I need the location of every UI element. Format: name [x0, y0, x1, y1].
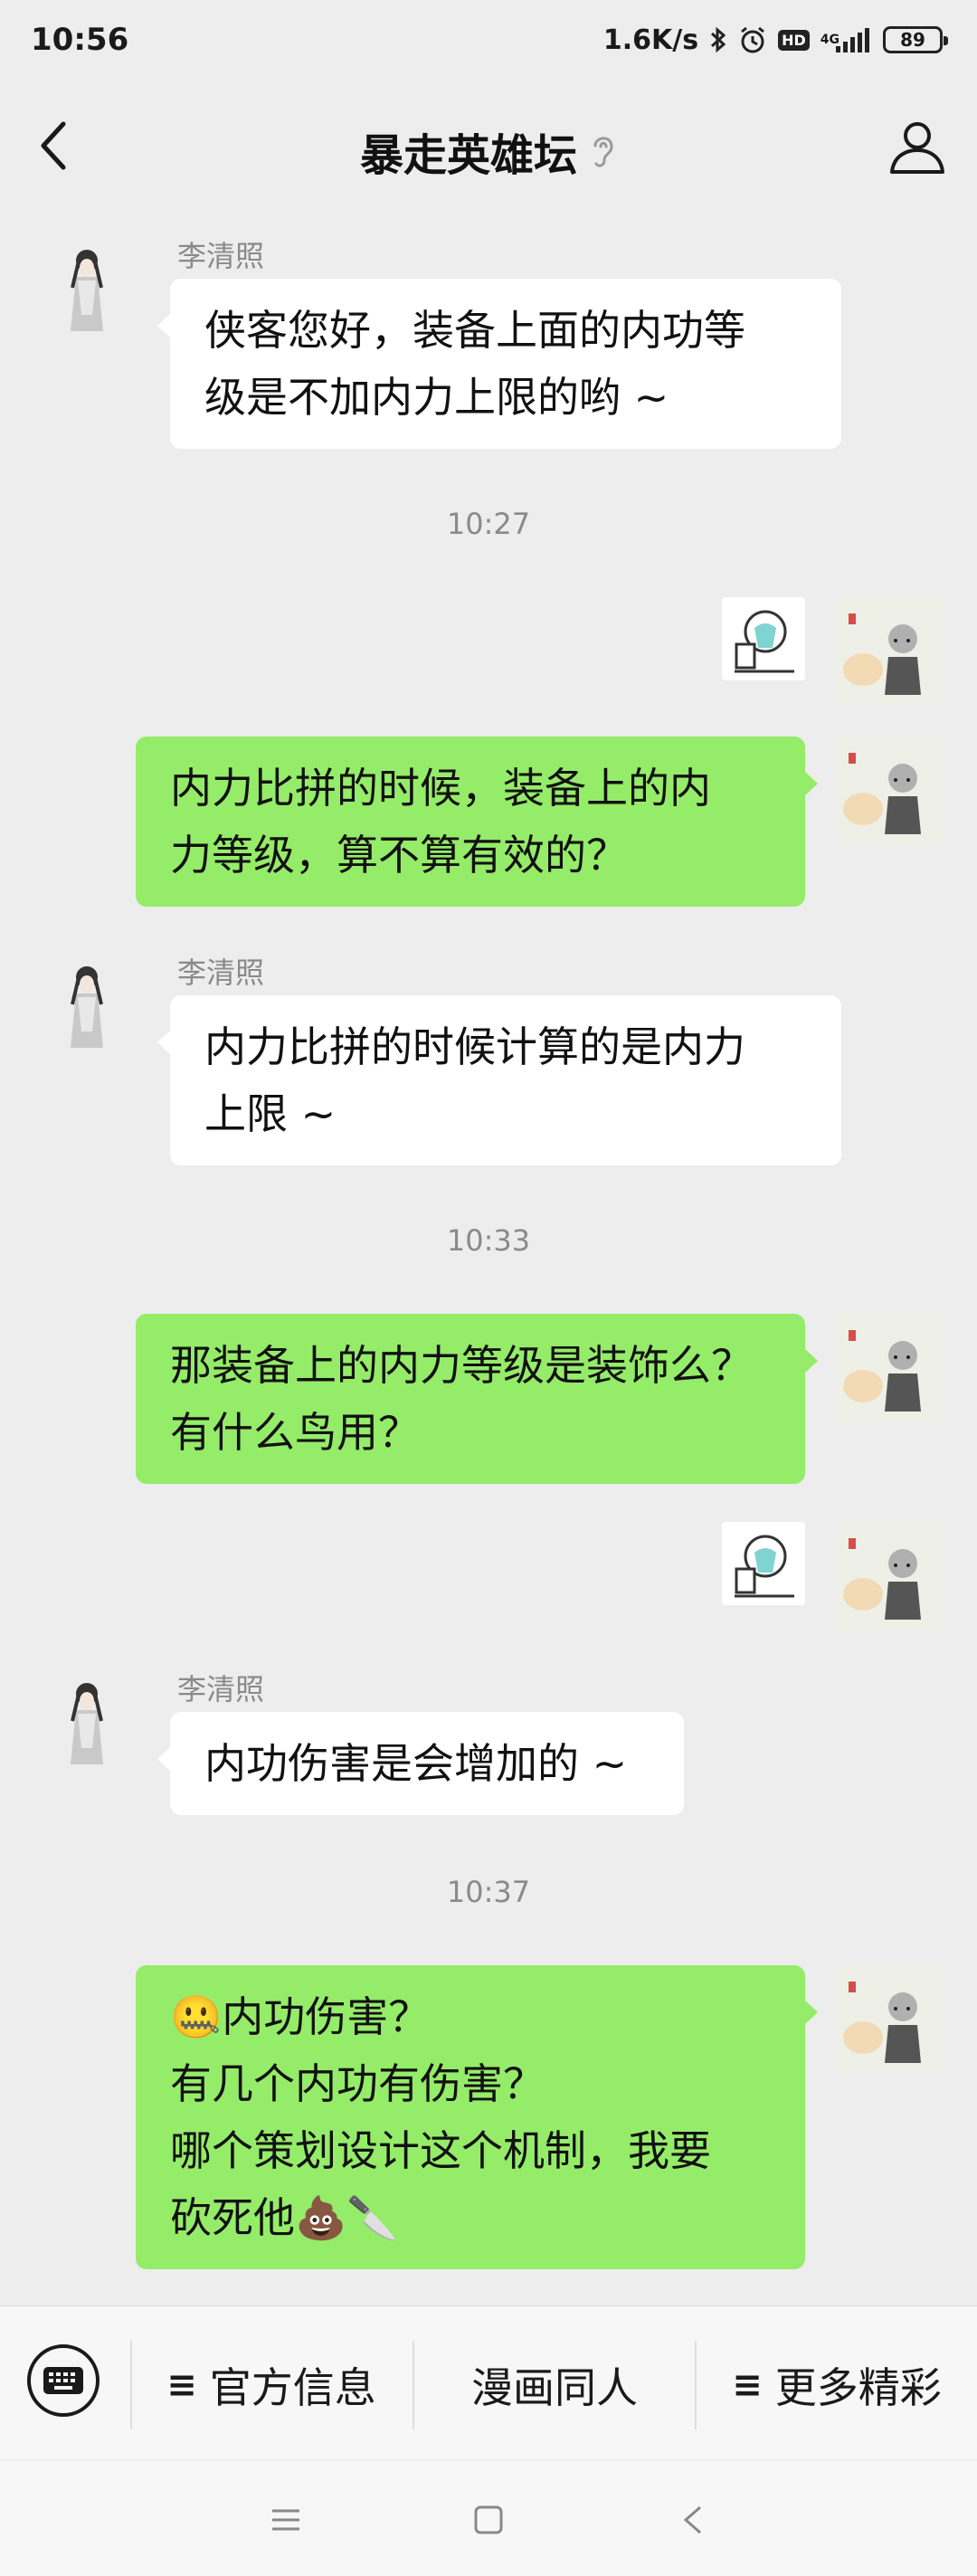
avatar-self[interactable] [836, 1522, 944, 1630]
message-line: 上限 ~ [204, 1089, 337, 1138]
ear-icon [593, 137, 613, 167]
triangle-back-icon [683, 2505, 701, 2534]
message-bubble-sent[interactable]: 🤐内功伤害？ 有几个内功有伤害？ 哪个策划设计这个机制，我要 砍死他💩🔪 [136, 1965, 818, 2269]
recent-apps-button[interactable] [259, 2493, 313, 2547]
avatar-self[interactable] [836, 1965, 944, 2074]
battery-level: 89 [900, 29, 925, 51]
message-line: 力等级，算不算有效的？ [170, 831, 628, 879]
message-line: 内力比拼的时候计算的是内力 [204, 1022, 745, 1071]
battery-icon: 89 [883, 26, 948, 53]
avatar-li-qingzhao[interactable] [33, 950, 141, 1059]
message-line-with-emoji: 🤐内功伤害？ [170, 1983, 771, 2050]
keyboard-toggle-button[interactable] [27, 2344, 100, 2417]
poop-knife-emoji: 💩🔪 [295, 2193, 399, 2242]
menu-comics[interactable]: 漫画同人 [414, 2353, 695, 2417]
system-navigation-bar [0, 2459, 977, 2576]
sticker-message[interactable] [722, 597, 805, 680]
timestamp: 10:37 [446, 1875, 531, 1909]
avatar-li-qingzhao[interactable] [33, 233, 141, 342]
status-bar: 10:56 1.6K/s HD 4G 89 [0, 0, 977, 87]
profile-button[interactable] [885, 114, 950, 179]
zipper-mouth-emoji: 🤐 [170, 1992, 223, 2041]
message-line: 内功伤害是会增加的 ~ [204, 1739, 628, 1788]
chat-title-area: 暴走英雄坛 [0, 119, 977, 183]
avatar-self[interactable] [836, 737, 944, 845]
menu-label: 官方信息 [209, 2363, 376, 2412]
sender-name: 李清照 [177, 1672, 265, 1706]
avatar-li-qingzhao[interactable] [33, 1667, 141, 1775]
message-bubble-received[interactable]: 侠客您好，装备上面的内功等 级是不加内力上限的哟 ~ [157, 279, 841, 449]
message-line: 有几个内功有伤害？ [170, 2059, 545, 2108]
message-line: 内力比拼的时候，装备上的内 [170, 764, 711, 813]
message-text: 砍死他 [170, 2193, 295, 2242]
message-line: 哪个策划设计这个机制，我要 [170, 2126, 711, 2175]
menu-official-info[interactable]: ≡ 官方信息 [132, 2353, 411, 2417]
sender-name: 李清照 [177, 955, 265, 990]
menu-icon [272, 2509, 299, 2531]
bottom-menu-bar: ≡ 官方信息 漫画同人 ≡ 更多精彩 [0, 2305, 977, 2459]
menu-list-icon: ≡ [732, 2364, 763, 2406]
message-line: 那装备上的内力等级是装饰么？ [170, 1341, 753, 1390]
sender-name: 李清照 [177, 239, 265, 273]
status-icons: 1.6K/s HD 4G 89 [602, 20, 948, 60]
message-line-with-emoji: 砍死他💩🔪 [170, 2184, 771, 2251]
chat-title: 暴走英雄坛 [359, 130, 577, 181]
message-line: 有什么鸟用？ [170, 1408, 420, 1457]
bluetooth-icon [709, 25, 727, 54]
avatar-self[interactable] [836, 1314, 944, 1422]
message-bubble-sent[interactable]: 内力比拼的时候，装备上的内 力等级，算不算有效的？ [136, 737, 818, 907]
timestamp: 10:33 [446, 1223, 531, 1258]
menu-more[interactable]: ≡ 更多精彩 [697, 2353, 977, 2417]
signal-icon: 4G [820, 26, 872, 53]
message-line: 级是不加内力上限的哟 ~ [204, 373, 669, 422]
message-line: 侠客您好，装备上面的内功等 [204, 306, 745, 355]
timestamp: 10:27 [446, 507, 531, 541]
alarm-icon [738, 25, 767, 54]
square-icon [474, 2505, 503, 2534]
home-button[interactable] [461, 2493, 516, 2547]
menu-label: 漫画同人 [471, 2363, 638, 2412]
sticker-message[interactable] [722, 1522, 805, 1605]
message-bubble-received[interactable]: 内力比拼的时候计算的是内力 上限 ~ [157, 995, 841, 1165]
keyboard-icon [43, 2367, 83, 2394]
menu-label: 更多精彩 [774, 2363, 942, 2412]
menu-list-icon: ≡ [166, 2364, 197, 2406]
message-list[interactable]: 李清照 侠客您好，装备上面的内功等 级是不加内力上限的哟 ~ 10:27 内力比… [0, 208, 977, 2305]
person-icon [890, 122, 944, 174]
back-nav-button[interactable] [666, 2493, 720, 2547]
hd-badge: HD [778, 29, 810, 51]
message-text: 内功伤害？ [222, 1992, 431, 2041]
net-speed: 1.6K/s [602, 24, 699, 56]
status-time: 10:56 [31, 22, 129, 58]
avatar-self[interactable] [836, 597, 944, 706]
message-bubble-sent[interactable]: 那装备上的内力等级是装饰么？ 有什么鸟用？ [136, 1314, 818, 1484]
message-bubble-received[interactable]: 内功伤害是会增加的 ~ [157, 1712, 684, 1815]
chat-header: 暴走英雄坛 [0, 87, 977, 208]
